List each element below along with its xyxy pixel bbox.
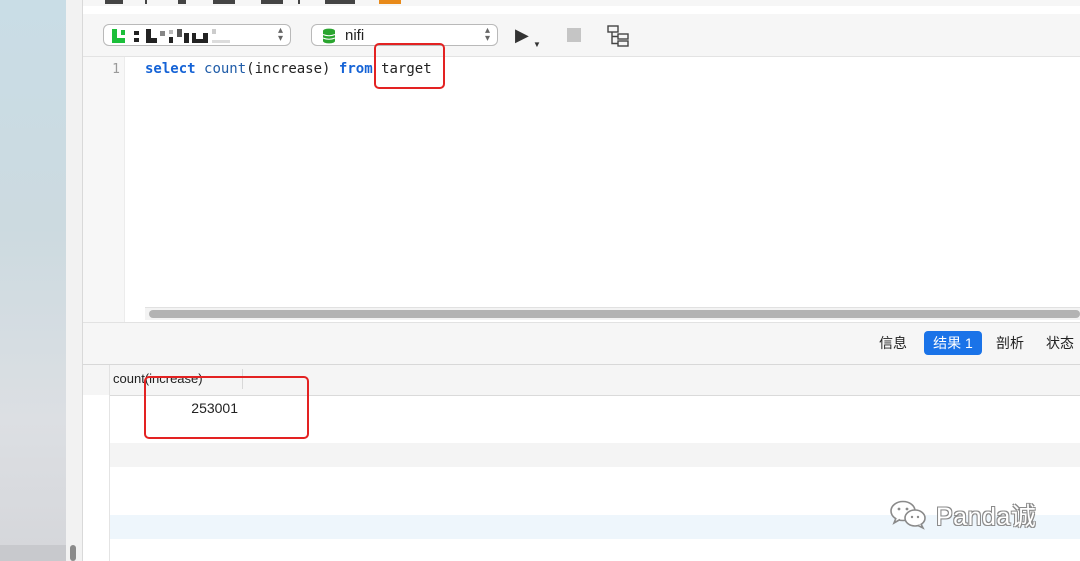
line-number-gutter: 1 bbox=[83, 57, 125, 323]
toolbar-icon-cutoff[interactable] bbox=[213, 0, 235, 4]
line-number: 1 bbox=[112, 62, 120, 77]
highlight-box-result bbox=[144, 376, 309, 439]
run-button[interactable]: ▶ ▼ bbox=[515, 24, 547, 50]
vertical-scroll-thumb[interactable] bbox=[70, 545, 76, 561]
horizontal-scroll-thumb[interactable] bbox=[149, 310, 1080, 318]
chevron-updown-icon: ▴ ▾ bbox=[484, 25, 490, 44]
toolbar-icon-cutoff[interactable] bbox=[178, 0, 186, 4]
highlight-box-table bbox=[374, 43, 445, 89]
tab-status[interactable]: 状态 bbox=[1040, 331, 1080, 355]
database-icon bbox=[322, 28, 336, 44]
horizontal-scrollbar[interactable] bbox=[145, 307, 1080, 320]
watermark-text: Panda诚 bbox=[936, 503, 1037, 531]
toolbar-icon-cutoff[interactable] bbox=[379, 0, 401, 4]
row-header-corner bbox=[83, 365, 110, 395]
tab-result-1[interactable]: 结果 1 bbox=[924, 331, 982, 355]
database-name: nifi bbox=[345, 27, 365, 44]
toolbar-icon-cutoff[interactable] bbox=[261, 0, 283, 4]
toolbar-icon-cutoff[interactable] bbox=[325, 0, 355, 4]
keyword-select: select bbox=[145, 61, 196, 77]
play-icon: ▶ bbox=[515, 25, 529, 45]
row-header-column bbox=[83, 395, 110, 561]
stop-button[interactable] bbox=[567, 28, 581, 42]
toolbar-divider bbox=[145, 0, 147, 4]
query-toolbar: ▴ ▾ nifi ▴ ▾ ▶ ▼ bbox=[83, 14, 1080, 56]
desktop-background-strip bbox=[0, 0, 66, 561]
function-count: count bbox=[204, 61, 247, 77]
explain-plan-icon[interactable] bbox=[606, 24, 630, 48]
connection-name-obscured bbox=[112, 29, 230, 43]
sql-editor[interactable]: 1 select count(increase) from target bbox=[83, 56, 1080, 323]
desktop-dock-edge bbox=[0, 545, 66, 561]
connection-select[interactable]: ▴ ▾ bbox=[103, 24, 291, 46]
watermark: Panda诚 bbox=[888, 498, 1036, 532]
window-left-edge bbox=[66, 0, 83, 561]
tab-profile[interactable]: 剖析 bbox=[990, 331, 1030, 355]
toolbar-icon-cutoff[interactable] bbox=[105, 0, 123, 4]
empty-row bbox=[83, 443, 1080, 467]
result-tab-bar: 信息 结果 1 剖析 状态 bbox=[83, 322, 1080, 365]
toolbar-divider bbox=[298, 0, 300, 4]
wechat-icon bbox=[890, 500, 926, 530]
chevron-updown-icon: ▴ ▾ bbox=[277, 25, 283, 44]
dropdown-caret-icon: ▼ bbox=[533, 40, 541, 49]
top-toolbar-strip bbox=[83, 0, 1080, 6]
tab-info[interactable]: 信息 bbox=[873, 331, 913, 355]
function-argument: (increase) bbox=[246, 61, 331, 77]
keyword-from: from bbox=[338, 61, 373, 77]
